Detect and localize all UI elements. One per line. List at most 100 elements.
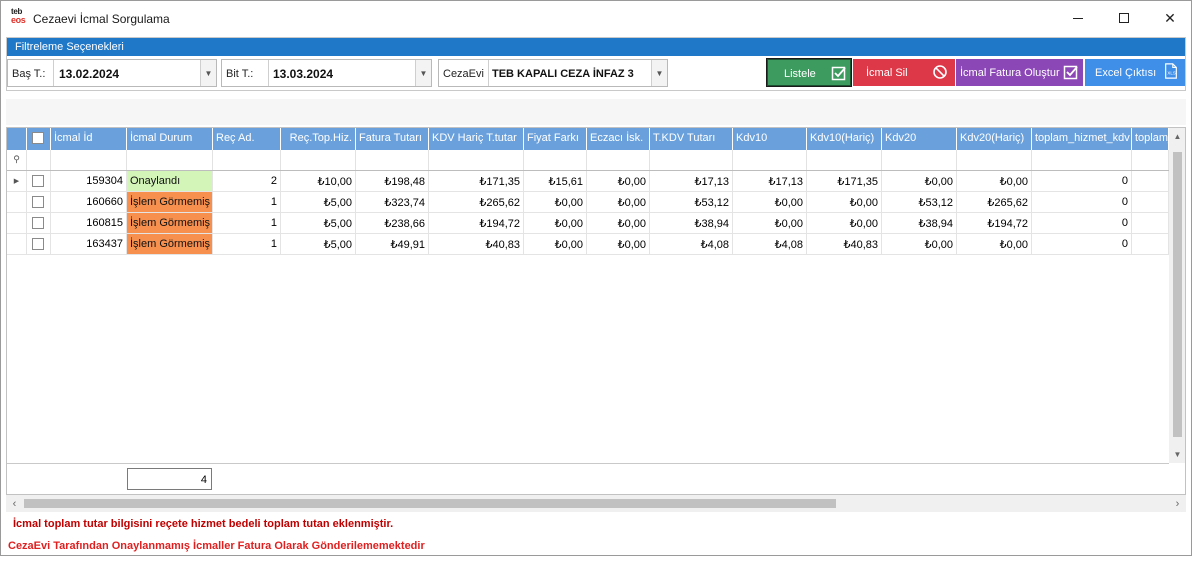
col-header[interactable]: Reç Ad.: [213, 128, 281, 150]
col-header[interactable]: Eczacı İsk.: [587, 128, 650, 150]
filter-cell[interactable]: [213, 150, 281, 170]
table-row[interactable]: 160660 İşlem Görmemiş 1 ₺5,00 ₺323,74 ₺2…: [7, 192, 1169, 213]
cell-price-diff[interactable]: ₺0,00: [524, 213, 587, 234]
col-header[interactable]: Fatura Tutarı: [356, 128, 429, 150]
cell-kdv10-excl[interactable]: ₺40,83: [807, 234, 882, 255]
cell-total-vat[interactable]: ₺53,12: [650, 192, 733, 213]
cell-extra[interactable]: [1132, 171, 1169, 192]
cell-excl-vat[interactable]: ₺265,62: [429, 192, 524, 213]
cell-rec[interactable]: 1: [213, 192, 281, 213]
scroll-right-icon[interactable]: ›: [1169, 495, 1186, 512]
cell-price-diff[interactable]: ₺0,00: [524, 234, 587, 255]
col-header[interactable]: toplam_h: [1132, 128, 1169, 150]
filter-cell[interactable]: [807, 150, 882, 170]
col-header[interactable]: İcmal İd: [51, 128, 127, 150]
col-header[interactable]: Kdv10: [733, 128, 807, 150]
scroll-left-icon[interactable]: ‹: [6, 495, 23, 512]
cell-status[interactable]: Onaylandı: [127, 171, 213, 192]
col-header[interactable]: KDV Hariç T.tutar: [429, 128, 524, 150]
cell-kdv10[interactable]: ₺4,08: [733, 234, 807, 255]
cell-id[interactable]: 160660: [51, 192, 127, 213]
filter-cell[interactable]: [429, 150, 524, 170]
cell-service[interactable]: ₺5,00: [281, 192, 356, 213]
vertical-scroll-thumb[interactable]: [1173, 152, 1182, 437]
cell-total-service-kdv[interactable]: 0: [1032, 234, 1132, 255]
cell-price-diff[interactable]: ₺15,61: [524, 171, 587, 192]
vertical-scrollbar[interactable]: ▲ ▼: [1169, 128, 1185, 463]
cell-kdv10-excl[interactable]: ₺171,35: [807, 171, 882, 192]
row-checkbox[interactable]: [32, 175, 44, 187]
cell-kdv10-excl[interactable]: ₺0,00: [807, 213, 882, 234]
row-checkbox[interactable]: [32, 196, 44, 208]
chevron-down-icon[interactable]: ▼: [200, 60, 216, 86]
cell-rec[interactable]: 2: [213, 171, 281, 192]
cell-pharmacist-disc[interactable]: ₺0,00: [587, 171, 650, 192]
prison-value[interactable]: TEB KAPALI CEZA İNFAZ 3: [492, 68, 634, 80]
cell-pharmacist-disc[interactable]: ₺0,00: [587, 234, 650, 255]
cell-extra[interactable]: [1132, 192, 1169, 213]
start-date-value[interactable]: 13.02.2024: [59, 67, 119, 81]
start-date-picker[interactable]: Baş T.: 13.02.2024 ▼: [7, 59, 217, 87]
cell-status[interactable]: İşlem Görmemiş: [127, 234, 213, 255]
cell-invoice[interactable]: ₺198,48: [356, 171, 429, 192]
cell-service[interactable]: ₺10,00: [281, 171, 356, 192]
cell-status[interactable]: İşlem Görmemiş: [127, 192, 213, 213]
col-header[interactable]: Reç.Top.Hiz.: [281, 128, 356, 150]
col-header[interactable]: toplam_hizmet_kdv: [1032, 128, 1132, 150]
filter-cell[interactable]: [650, 150, 733, 170]
chevron-down-icon[interactable]: ▼: [651, 60, 667, 86]
col-header[interactable]: İcmal Durum: [127, 128, 213, 150]
col-header[interactable]: Kdv10(Hariç): [807, 128, 882, 150]
cell-extra[interactable]: [1132, 213, 1169, 234]
filter-cell[interactable]: [27, 150, 51, 170]
scroll-up-icon[interactable]: ▲: [1169, 128, 1185, 145]
cell-id[interactable]: 163437: [51, 234, 127, 255]
table-row[interactable]: 160815 İşlem Görmemiş 1 ₺5,00 ₺238,66 ₺1…: [7, 213, 1169, 234]
cell-total-service-kdv[interactable]: 0: [1032, 192, 1132, 213]
cell-invoice[interactable]: ₺238,66: [356, 213, 429, 234]
cell-extra[interactable]: [1132, 234, 1169, 255]
col-header[interactable]: Kdv20: [882, 128, 957, 150]
filter-cell[interactable]: [127, 150, 213, 170]
cell-total-service-kdv[interactable]: 0: [1032, 213, 1132, 234]
close-button[interactable]: ✕: [1147, 1, 1191, 35]
cell-kdv20-excl[interactable]: ₺0,00: [957, 171, 1032, 192]
table-row[interactable]: ▶ 159304 Onaylandı 2 ₺10,00 ₺198,48 ₺171…: [7, 171, 1169, 192]
cell-kdv10[interactable]: ₺17,13: [733, 171, 807, 192]
cell-id[interactable]: 159304: [51, 171, 127, 192]
filter-cell[interactable]: [281, 150, 356, 170]
cell-kdv20[interactable]: ₺53,12: [882, 192, 957, 213]
filter-cell[interactable]: [356, 150, 429, 170]
row-checkbox[interactable]: [32, 217, 44, 229]
auto-filter-row[interactable]: ⚲: [7, 150, 1169, 171]
cell-status[interactable]: İşlem Görmemiş: [127, 213, 213, 234]
cell-invoice[interactable]: ₺49,91: [356, 234, 429, 255]
end-date-value[interactable]: 13.03.2024: [273, 67, 333, 81]
cell-pharmacist-disc[interactable]: ₺0,00: [587, 192, 650, 213]
cell-kdv10-excl[interactable]: ₺0,00: [807, 192, 882, 213]
cell-invoice[interactable]: ₺323,74: [356, 192, 429, 213]
row-checkbox[interactable]: [32, 238, 44, 250]
cell-kdv20-excl[interactable]: ₺0,00: [957, 234, 1032, 255]
cell-total-service-kdv[interactable]: 0: [1032, 171, 1132, 192]
end-date-picker[interactable]: Bit T.: 13.03.2024 ▼: [221, 59, 432, 87]
list-button[interactable]: Listele: [766, 58, 852, 87]
cell-kdv10[interactable]: ₺0,00: [733, 213, 807, 234]
prison-select[interactable]: CezaEvi TEB KAPALI CEZA İNFAZ 3 ▼: [438, 59, 668, 87]
cell-kdv20-excl[interactable]: ₺265,62: [957, 192, 1032, 213]
filter-cell[interactable]: [733, 150, 807, 170]
horizontal-scrollbar[interactable]: ‹ ›: [6, 495, 1186, 512]
col-header[interactable]: Fiyat Farkı: [524, 128, 587, 150]
cell-kdv10[interactable]: ₺0,00: [733, 192, 807, 213]
excel-export-button[interactable]: Excel Çıktısı XLS: [1085, 59, 1185, 86]
maximize-button[interactable]: [1101, 1, 1147, 35]
filter-cell[interactable]: [957, 150, 1032, 170]
scroll-down-icon[interactable]: ▼: [1169, 446, 1185, 463]
cell-rec[interactable]: 1: [213, 234, 281, 255]
cell-kdv20[interactable]: ₺0,00: [882, 234, 957, 255]
cell-rec[interactable]: 1: [213, 213, 281, 234]
cell-service[interactable]: ₺5,00: [281, 234, 356, 255]
filter-cell[interactable]: [1032, 150, 1132, 170]
filter-cell[interactable]: [1132, 150, 1169, 170]
cell-service[interactable]: ₺5,00: [281, 213, 356, 234]
